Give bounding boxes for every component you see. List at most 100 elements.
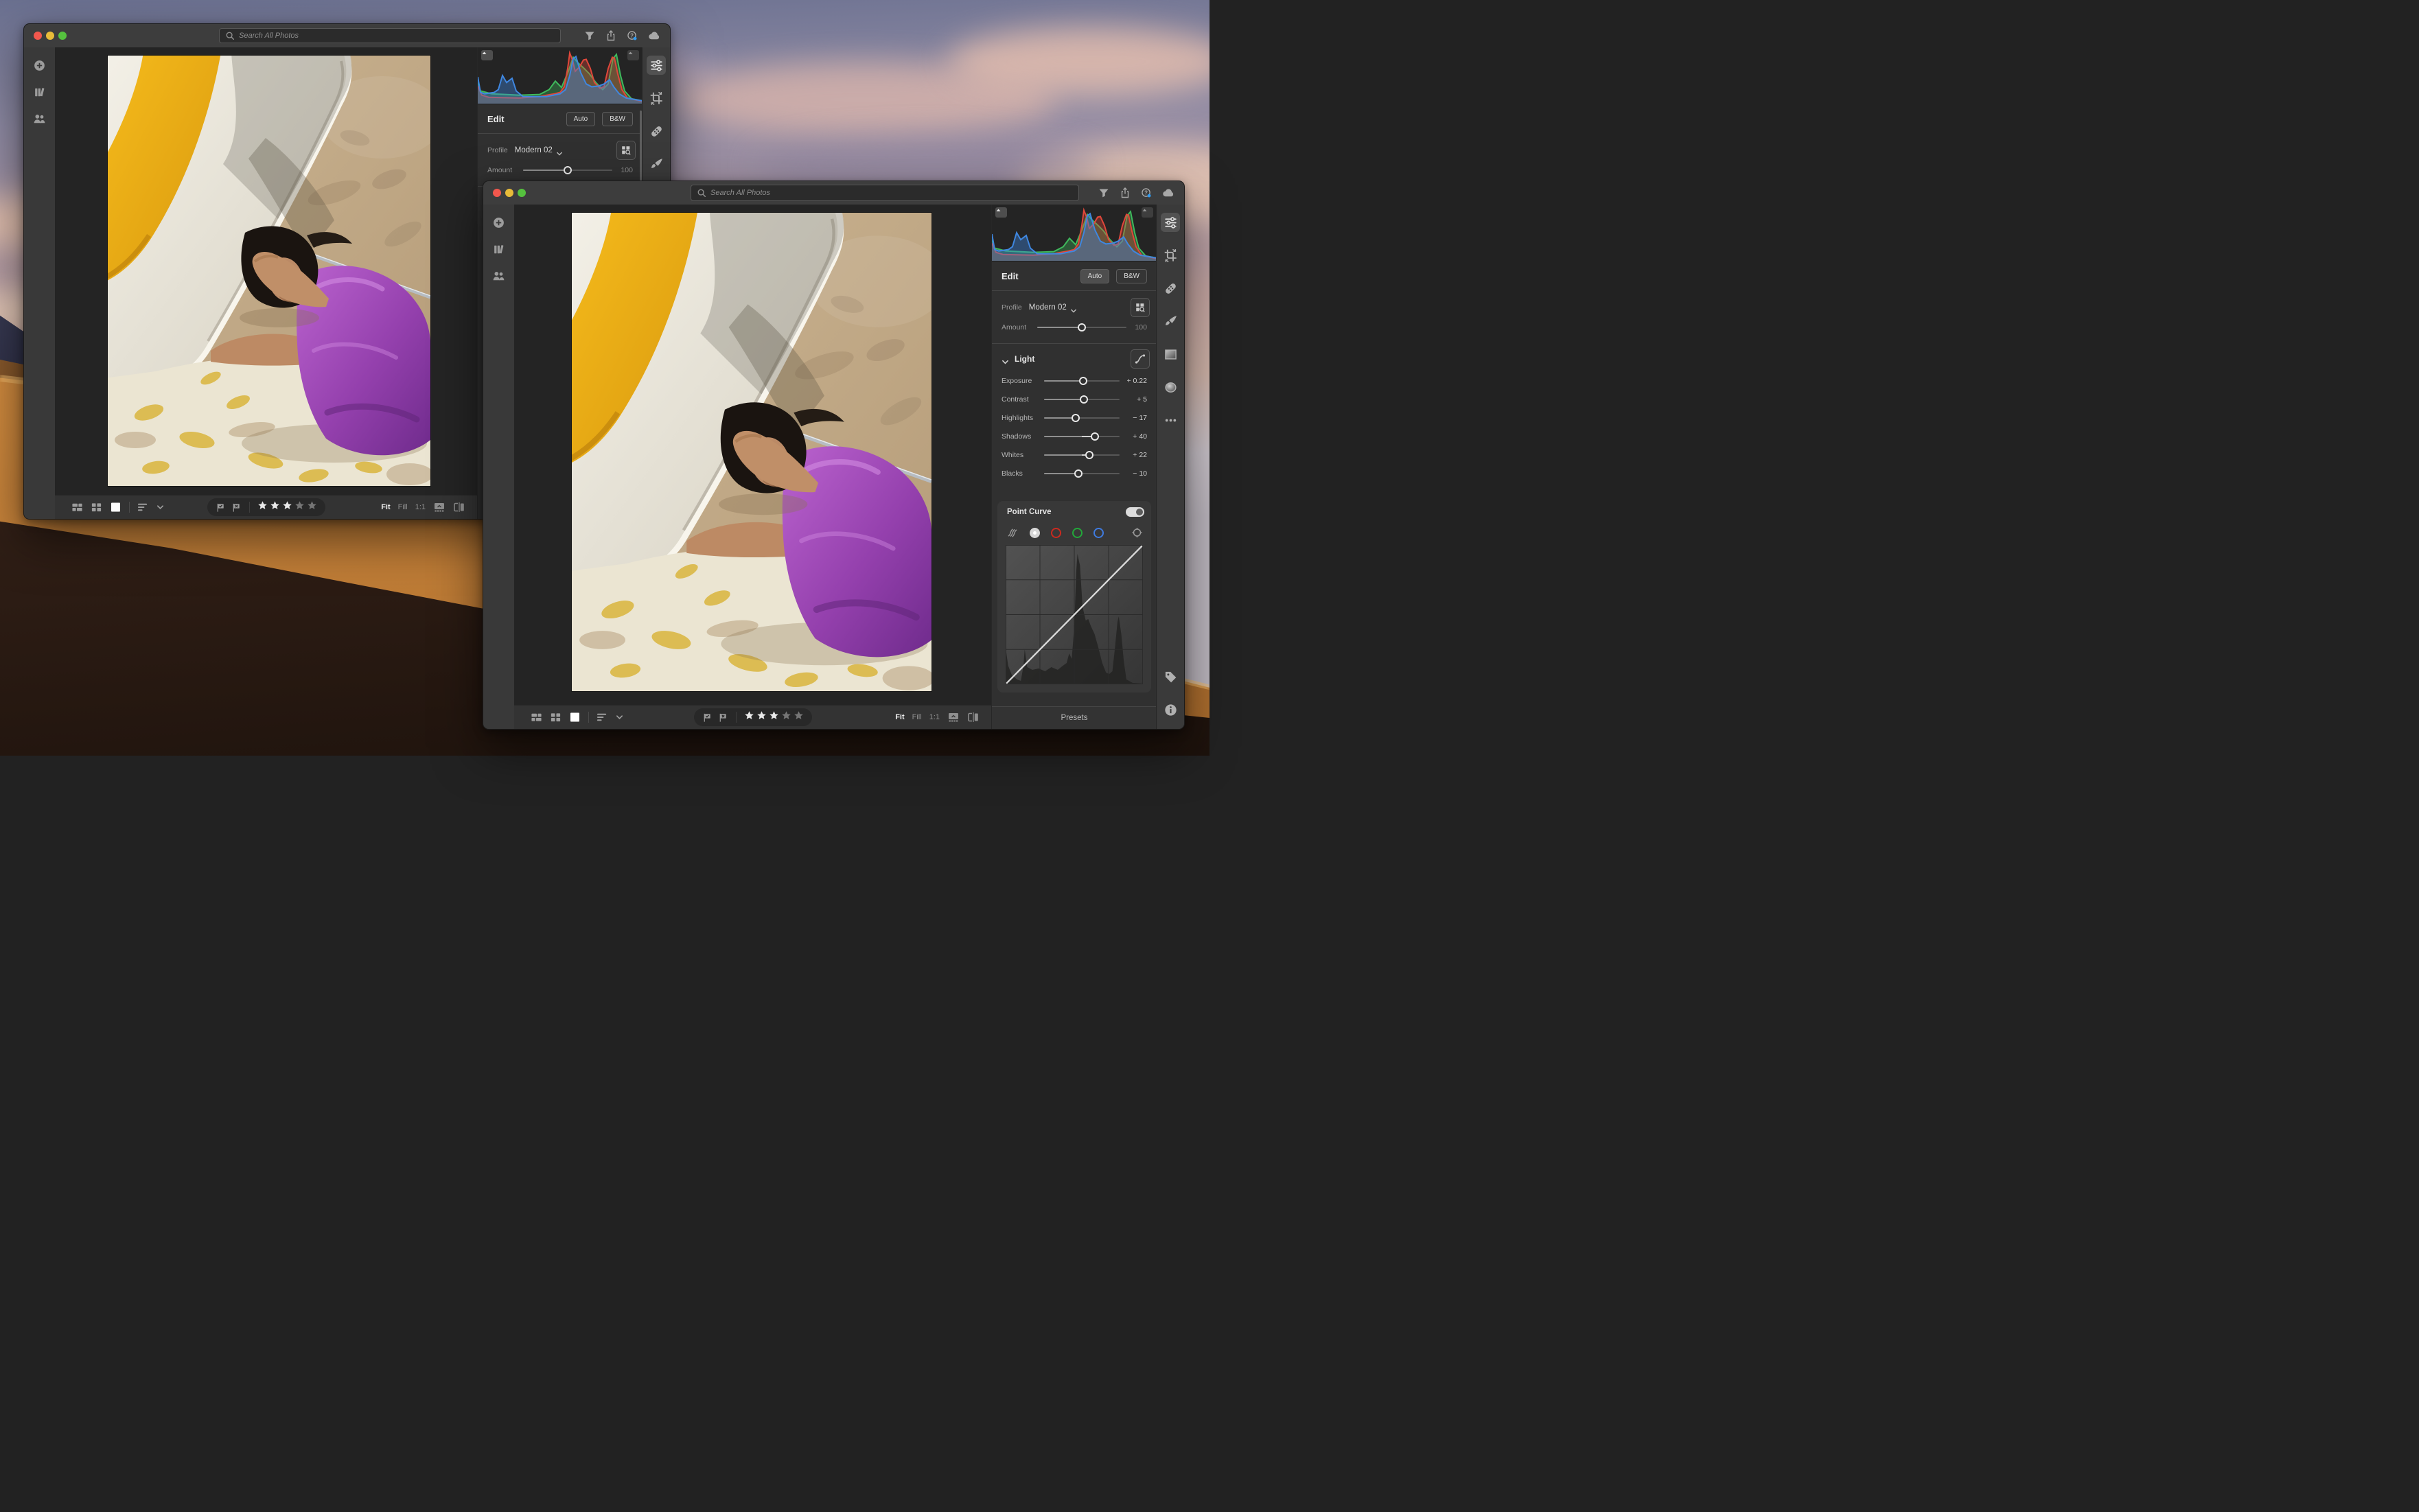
- share-icon[interactable]: [605, 30, 616, 41]
- more-tools-button[interactable]: [1161, 410, 1180, 430]
- tone-curve-button[interactable]: [1131, 349, 1150, 369]
- cloud-sync-icon[interactable]: [648, 30, 661, 41]
- profile-browser-button[interactable]: [1131, 298, 1150, 317]
- filmstrip-toggle-icon[interactable]: [947, 712, 960, 723]
- cloud-sync-icon[interactable]: [1162, 187, 1175, 198]
- photo[interactable]: [108, 56, 430, 486]
- healing-brush-button[interactable]: [1161, 279, 1180, 298]
- filter-icon[interactable]: [584, 30, 595, 41]
- star-2-icon[interactable]: [270, 500, 280, 514]
- profile-value[interactable]: Modern 02: [1029, 303, 1067, 312]
- amount-slider[interactable]: [1037, 323, 1126, 332]
- star-rating[interactable]: [744, 710, 804, 724]
- filmstrip-toggle-icon[interactable]: [433, 502, 445, 513]
- collapse-histogram-button[interactable]: [481, 50, 493, 60]
- brush-tool-button[interactable]: [1161, 312, 1180, 331]
- mosaic-view-icon[interactable]: [71, 502, 83, 513]
- search-input[interactable]: [691, 185, 1079, 201]
- zoom-button[interactable]: [518, 189, 526, 197]
- profile-browser-button[interactable]: [616, 141, 636, 160]
- info-icon[interactable]: [1161, 700, 1180, 719]
- share-icon[interactable]: [1120, 187, 1131, 198]
- library-icon[interactable]: [33, 86, 46, 99]
- sort-icon[interactable]: [137, 502, 149, 513]
- star-1-icon[interactable]: [744, 710, 754, 724]
- flag-reject-icon[interactable]: [718, 712, 728, 723]
- square-grid-view-icon[interactable]: [91, 502, 102, 513]
- slider-shadows[interactable]: [1044, 432, 1120, 441]
- bw-button[interactable]: B&W: [1116, 269, 1147, 283]
- mosaic-view-icon[interactable]: [531, 712, 542, 723]
- curve-channel-red[interactable]: [1051, 528, 1061, 538]
- crop-tool-button[interactable]: [1161, 246, 1180, 265]
- star-3-icon[interactable]: [769, 710, 779, 724]
- star-4-icon[interactable]: [781, 710, 791, 724]
- close-button[interactable]: [34, 32, 42, 40]
- profile-value[interactable]: Modern 02: [515, 146, 553, 154]
- view-1to1[interactable]: 1:1: [929, 713, 940, 721]
- view-fit[interactable]: Fit: [895, 713, 904, 721]
- help-icon[interactable]: ?: [627, 30, 638, 41]
- chevron-down-icon[interactable]: [1002, 356, 1009, 362]
- people-icon[interactable]: [33, 113, 46, 126]
- help-icon[interactable]: ?: [1141, 187, 1152, 198]
- histogram[interactable]: [992, 205, 1157, 261]
- target-adjustment-icon[interactable]: [1131, 527, 1143, 538]
- point-curve-toggle[interactable]: [1126, 507, 1144, 517]
- star-1-icon[interactable]: [257, 500, 268, 514]
- slider-whites[interactable]: [1044, 451, 1120, 459]
- curve-channel-blue[interactable]: [1093, 528, 1104, 538]
- parametric-curve-icon[interactable]: [1007, 527, 1019, 538]
- view-fit[interactable]: Fit: [381, 503, 390, 511]
- detail-view-icon[interactable]: [110, 502, 121, 513]
- search-bar[interactable]: [219, 28, 561, 43]
- search-input[interactable]: [219, 28, 561, 43]
- detail-view-icon[interactable]: [569, 712, 581, 723]
- star-4-icon[interactable]: [294, 500, 305, 514]
- search-bar[interactable]: [691, 185, 1079, 201]
- view-1to1[interactable]: 1:1: [415, 503, 426, 511]
- close-button[interactable]: [493, 189, 501, 197]
- linear-gradient-button[interactable]: [1161, 345, 1180, 364]
- people-icon[interactable]: [492, 270, 505, 283]
- collapse-panel-button[interactable]: [1142, 207, 1153, 218]
- add-photos-icon[interactable]: [492, 216, 505, 229]
- curve-channel-green[interactable]: [1072, 528, 1083, 538]
- bw-button[interactable]: B&W: [602, 112, 633, 126]
- edit-tool-button[interactable]: [1161, 213, 1180, 232]
- chevron-down-icon[interactable]: [616, 712, 623, 723]
- titlebar[interactable]: ?: [24, 24, 670, 48]
- lightroom-window-front[interactable]: ?: [483, 181, 1185, 730]
- sort-icon[interactable]: [597, 712, 608, 723]
- square-grid-view-icon[interactable]: [550, 712, 562, 723]
- healing-brush-button[interactable]: [647, 121, 666, 141]
- star-3-icon[interactable]: [282, 500, 292, 514]
- view-fill[interactable]: Fill: [912, 713, 922, 721]
- amount-slider[interactable]: [523, 166, 612, 174]
- flag-reject-icon[interactable]: [231, 502, 242, 513]
- curve-channel-luma[interactable]: [1030, 528, 1040, 538]
- brush-tool-button[interactable]: [647, 154, 666, 174]
- add-photos-icon[interactable]: [33, 59, 46, 72]
- before-after-icon[interactable]: [967, 712, 980, 723]
- library-icon[interactable]: [492, 243, 505, 256]
- star-2-icon[interactable]: [756, 710, 767, 724]
- slider-exposure[interactable]: [1044, 377, 1120, 385]
- slider-contrast[interactable]: [1044, 395, 1120, 404]
- slider-blacks[interactable]: [1044, 469, 1120, 478]
- filter-icon[interactable]: [1098, 187, 1109, 198]
- point-curve-graph[interactable]: [1006, 545, 1143, 684]
- star-5-icon[interactable]: [307, 500, 317, 514]
- photo-canvas[interactable]: [514, 205, 992, 706]
- photo-canvas[interactable]: [55, 47, 478, 496]
- presets-button[interactable]: Presets: [992, 706, 1157, 729]
- crop-tool-button[interactable]: [647, 89, 666, 108]
- slider-highlights[interactable]: [1044, 414, 1120, 422]
- collapse-panel-button[interactable]: [627, 50, 639, 60]
- keywords-icon[interactable]: [1161, 667, 1180, 686]
- titlebar[interactable]: ?: [483, 181, 1184, 205]
- auto-button[interactable]: Auto: [1080, 269, 1110, 283]
- minimize-button[interactable]: [46, 32, 54, 40]
- minimize-button[interactable]: [505, 189, 513, 197]
- flag-pick-icon[interactable]: [216, 502, 226, 513]
